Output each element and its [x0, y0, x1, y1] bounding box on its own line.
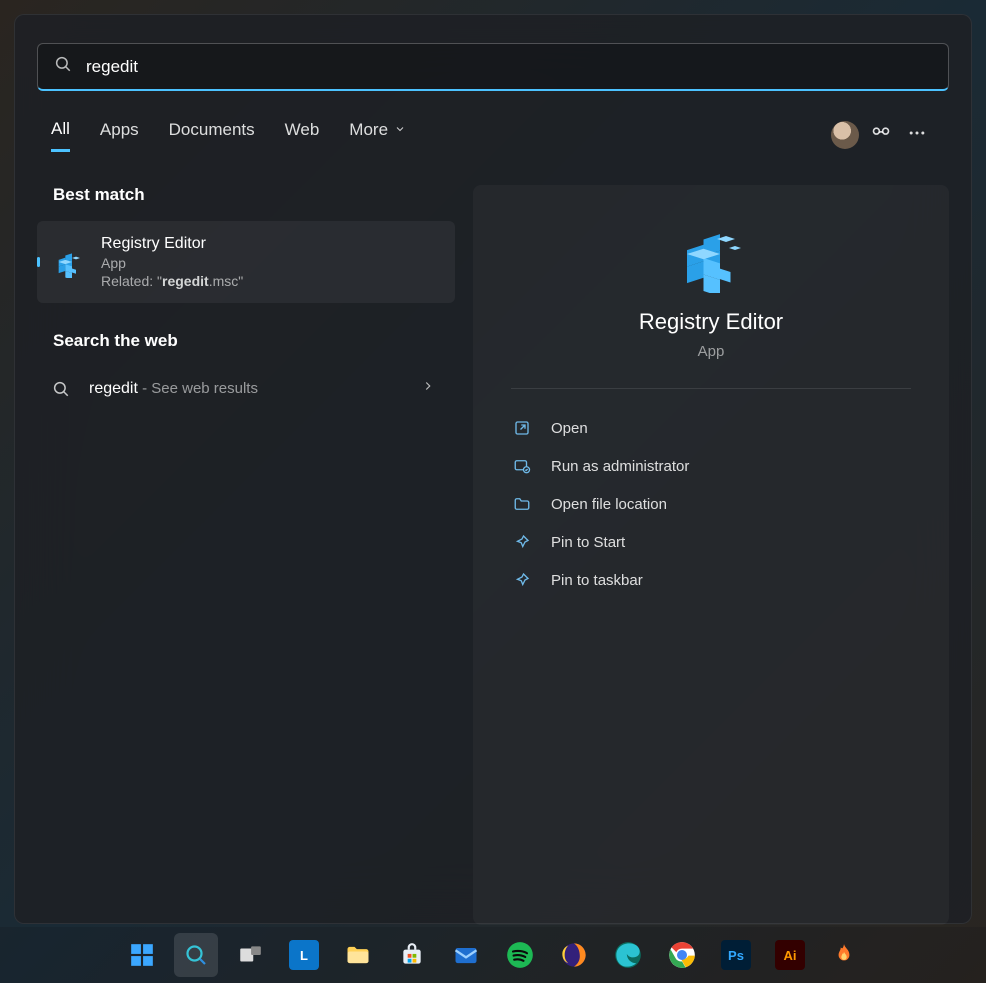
action-run-admin[interactable]: Run as administrator: [511, 447, 911, 485]
action-pin-taskbar-label: Pin to taskbar: [551, 572, 643, 589]
taskbar-chrome[interactable]: [660, 933, 704, 977]
registry-editor-icon: [51, 245, 85, 279]
tab-documents[interactable]: Documents: [169, 120, 255, 150]
search-box[interactable]: [37, 43, 949, 91]
search-icon: [49, 380, 73, 398]
tab-apps[interactable]: Apps: [100, 120, 139, 150]
mail-icon: [452, 941, 480, 969]
best-match-heading: Best match: [53, 185, 439, 205]
admin-icon: [511, 457, 533, 475]
taskbar-app-l[interactable]: L: [282, 933, 326, 977]
taskbar-taskview[interactable]: [228, 933, 272, 977]
filter-tabs: All Apps Documents Web More: [51, 115, 935, 155]
taskbar-edge[interactable]: [606, 933, 650, 977]
pin-icon: [511, 533, 533, 551]
tab-all-label: All: [51, 119, 70, 139]
results-column: Best match Registry Editor App Related: …: [37, 185, 455, 925]
taskbar-store[interactable]: [390, 933, 434, 977]
folder-icon: [511, 495, 533, 513]
rewards-icon: [870, 122, 892, 149]
pin-icon: [511, 571, 533, 589]
user-avatar[interactable]: [827, 117, 863, 153]
taskbar-illustrator[interactable]: Ai: [768, 933, 812, 977]
search-web-heading: Search the web: [53, 331, 439, 351]
search-icon: [54, 55, 72, 78]
header-rewards-button[interactable]: [863, 117, 899, 153]
action-run-admin-label: Run as administrator: [551, 458, 689, 475]
tab-web[interactable]: Web: [285, 120, 320, 150]
action-pin-start[interactable]: Pin to Start: [511, 523, 911, 561]
header-more-button[interactable]: [899, 117, 935, 153]
preview-title: Registry Editor: [639, 309, 783, 335]
preview-subtitle: App: [698, 343, 725, 360]
preview-header: Registry Editor App: [511, 221, 911, 389]
more-icon: [907, 123, 927, 148]
taskbar-start[interactable]: [120, 933, 164, 977]
search-box-wrap: [37, 43, 949, 91]
illustrator-icon: Ai: [775, 940, 805, 970]
flame-icon: [831, 942, 857, 968]
taskbar-search[interactable]: [174, 933, 218, 977]
best-match-text: Registry Editor App Related: "regedit.ms…: [101, 235, 243, 289]
action-open-location[interactable]: Open file location: [511, 485, 911, 523]
action-open-label: Open: [551, 420, 588, 437]
photoshop-icon: Ps: [721, 940, 751, 970]
windows-icon: [129, 942, 155, 968]
app-l-icon: L: [289, 940, 319, 970]
tab-apps-label: Apps: [100, 120, 139, 140]
web-result[interactable]: regedit - See web results: [37, 367, 455, 410]
action-open[interactable]: Open: [511, 409, 911, 447]
taskbar: L Ps Ai: [0, 927, 986, 983]
results-body: Best match Registry Editor App Related: …: [15, 185, 971, 925]
taskbar-app-flame[interactable]: [822, 933, 866, 977]
edge-icon: [614, 941, 642, 969]
web-result-text: regedit - See web results: [89, 380, 405, 398]
best-match-related: Related: "regedit.msc": [101, 273, 243, 289]
search-input[interactable]: [86, 57, 932, 77]
action-open-location-label: Open file location: [551, 496, 667, 513]
taskbar-explorer[interactable]: [336, 933, 380, 977]
taskview-icon: [237, 942, 263, 968]
tab-more-label: More: [349, 120, 388, 140]
taskbar-mail[interactable]: [444, 933, 488, 977]
spotify-icon: [506, 941, 534, 969]
avatar-icon: [831, 121, 859, 149]
preview-actions: Open Run as administrator Open file loca…: [511, 409, 911, 599]
folder-icon: [344, 941, 372, 969]
firefox-icon: [560, 941, 588, 969]
tab-documents-label: Documents: [169, 120, 255, 140]
preview-pane: Registry Editor App Open Run as administ…: [473, 185, 949, 925]
registry-editor-icon: [675, 221, 747, 293]
chevron-down-icon: [394, 120, 406, 140]
store-icon: [399, 942, 425, 968]
chevron-right-icon: [421, 379, 435, 398]
action-pin-taskbar[interactable]: Pin to taskbar: [511, 561, 911, 599]
tab-web-label: Web: [285, 120, 320, 140]
open-icon: [511, 419, 533, 437]
tab-all[interactable]: All: [51, 119, 70, 152]
chrome-icon: [668, 941, 696, 969]
taskbar-photoshop[interactable]: Ps: [714, 933, 758, 977]
taskbar-firefox[interactable]: [552, 933, 596, 977]
taskbar-spotify[interactable]: [498, 933, 542, 977]
best-match-subtitle: App: [101, 255, 243, 271]
search-panel: All Apps Documents Web More Best match: [14, 14, 972, 924]
best-match-result[interactable]: Registry Editor App Related: "regedit.ms…: [37, 221, 455, 303]
best-match-title: Registry Editor: [101, 235, 243, 253]
search-icon: [184, 943, 208, 967]
tab-more[interactable]: More: [349, 120, 406, 150]
action-pin-start-label: Pin to Start: [551, 534, 625, 551]
